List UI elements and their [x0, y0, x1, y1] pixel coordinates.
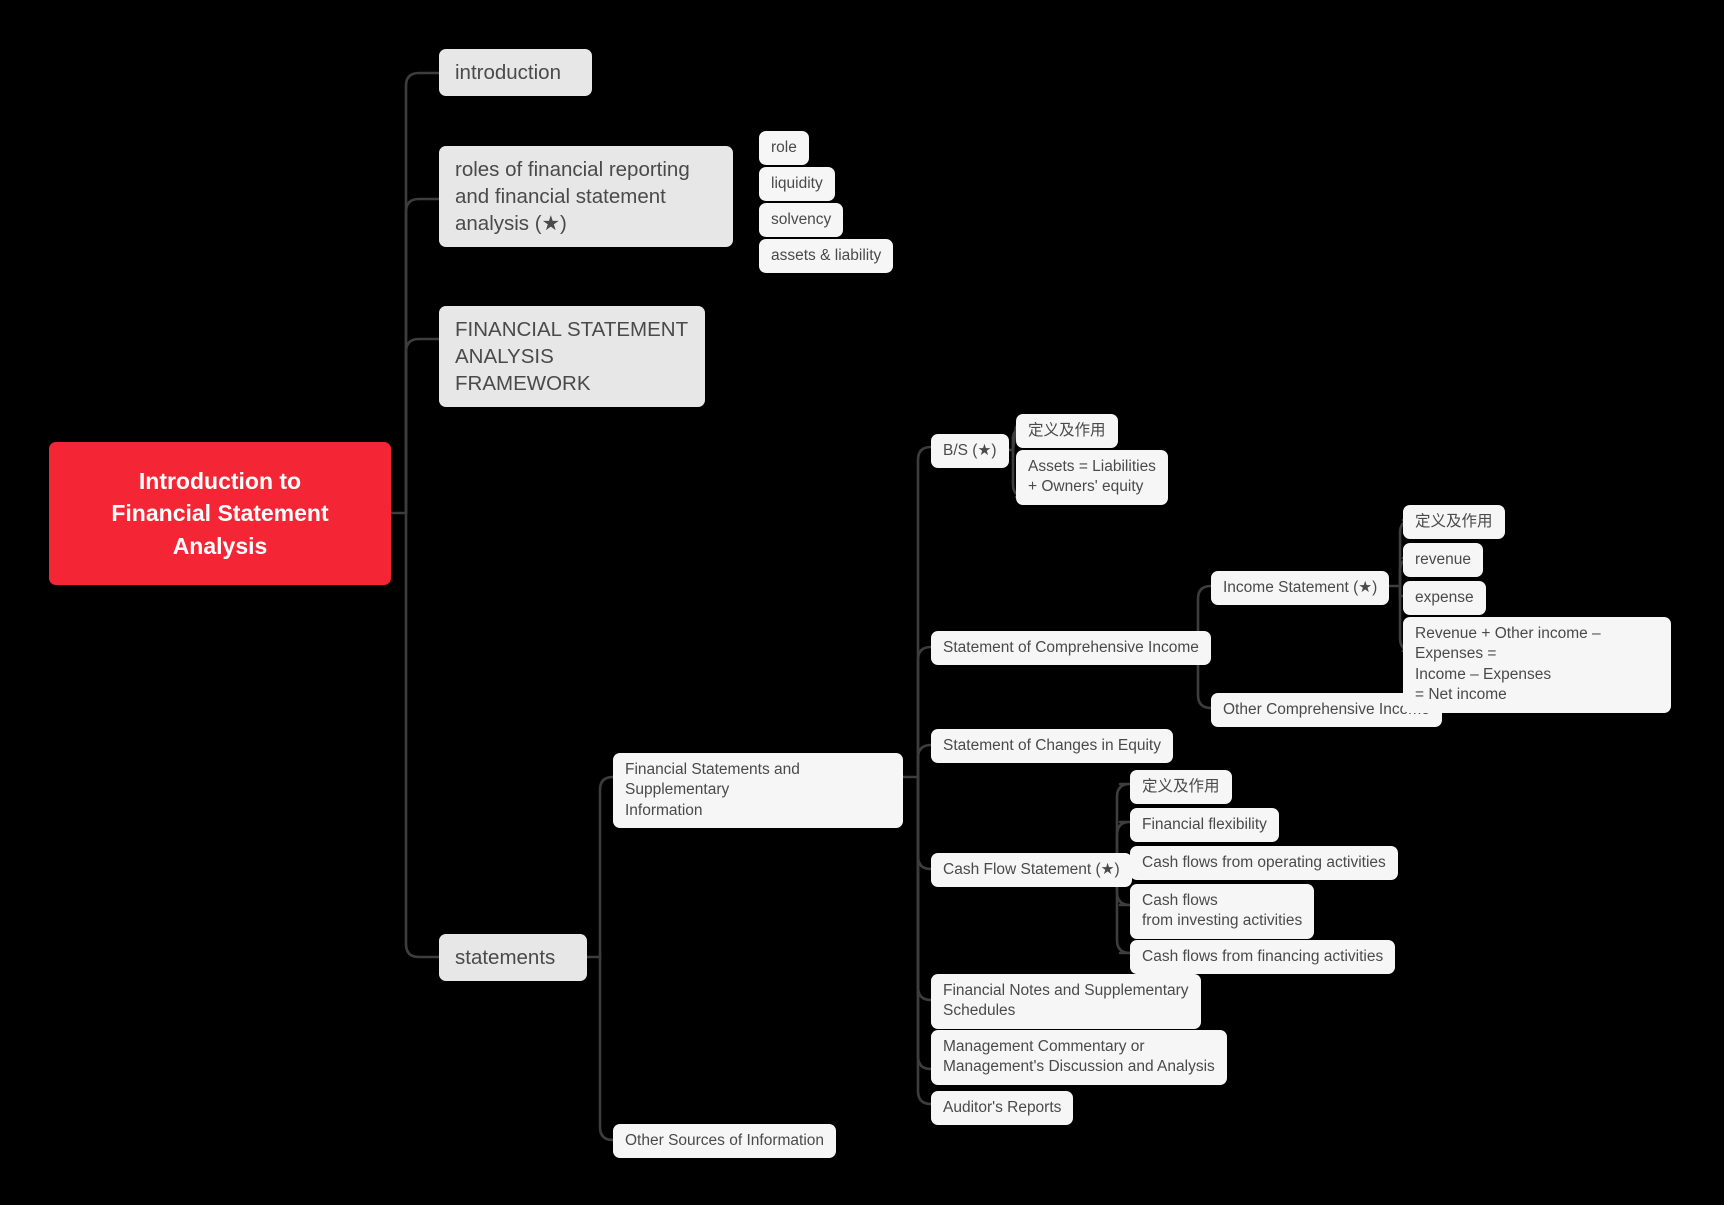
branch-fsa-framework[interactable]: FINANCIAL STATEMENT ANALYSIS FRAMEWORK — [439, 306, 705, 408]
node-financial-notes-and-supplementary-schedules[interactable]: Financial Notes and Supplementary Schedu… — [931, 974, 1201, 1029]
mindmap-canvas: Introduction to Financial Statement Anal… — [0, 0, 1724, 1205]
node-cash-flows-financing[interactable]: Cash flows from financing activities — [1130, 940, 1396, 975]
node-statement-of-changes-in-equity[interactable]: Statement of Changes in Equity — [931, 729, 1173, 764]
node-statement-of-comprehensive-income[interactable]: Statement of Comprehensive Income — [931, 631, 1211, 666]
node-is-definition-and-role[interactable]: 定义及作用 — [1403, 505, 1505, 540]
node-balance-sheet[interactable]: B/S (★) — [931, 434, 1009, 469]
node-management-commentary[interactable]: Management Commentary or Management's Di… — [931, 1030, 1227, 1085]
node-expense[interactable]: expense — [1403, 581, 1486, 616]
node-other-sources-of-information[interactable]: Other Sources of Information — [613, 1124, 837, 1159]
branch-statements[interactable]: statements — [439, 934, 587, 982]
node-solvency[interactable]: solvency — [759, 203, 844, 238]
root-node[interactable]: Introduction to Financial Statement Anal… — [49, 442, 391, 585]
node-net-income-formula[interactable]: Revenue + Other income – Expenses = Inco… — [1403, 617, 1671, 713]
node-assets-and-liability[interactable]: assets & liability — [759, 239, 894, 274]
node-revenue[interactable]: revenue — [1403, 543, 1484, 578]
node-liquidity[interactable]: liquidity — [759, 167, 835, 202]
branch-roles-of-financial-reporting[interactable]: roles of financial reporting and financi… — [439, 146, 733, 248]
node-cfs-definition-and-role[interactable]: 定义及作用 — [1130, 770, 1232, 805]
node-bs-definition-and-role[interactable]: 定义及作用 — [1016, 414, 1118, 449]
node-financial-flexibility[interactable]: Financial flexibility — [1130, 808, 1279, 843]
node-cash-flows-investing[interactable]: Cash flows from investing activities — [1130, 884, 1315, 939]
node-income-statement[interactable]: Income Statement (★) — [1211, 571, 1390, 606]
node-cash-flows-operating[interactable]: Cash flows from operating activities — [1130, 846, 1398, 881]
node-accounting-equation[interactable]: Assets = Liabilities + Owners' equity — [1016, 450, 1168, 505]
node-cash-flow-statement[interactable]: Cash Flow Statement (★) — [931, 853, 1132, 888]
node-auditors-reports[interactable]: Auditor's Reports — [931, 1091, 1074, 1126]
node-role[interactable]: role — [759, 131, 809, 166]
branch-introduction[interactable]: introduction — [439, 49, 592, 97]
node-financial-statements-supplementary-information[interactable]: Financial Statements and Supplementary I… — [613, 753, 903, 829]
